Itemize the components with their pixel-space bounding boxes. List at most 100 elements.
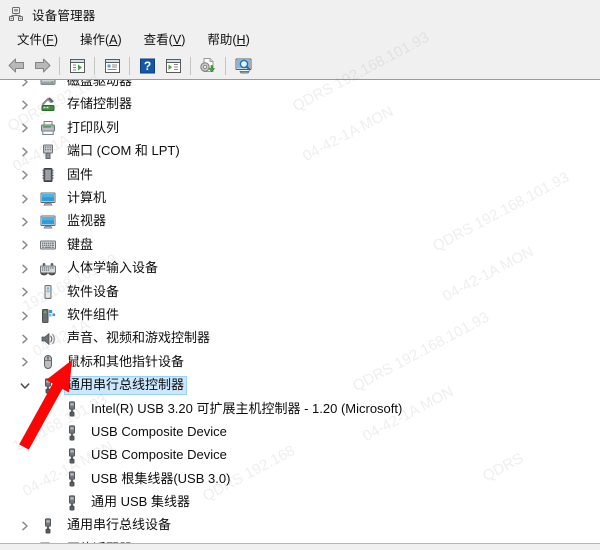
menu-action-text: 操作( [79, 32, 110, 47]
toolbar: ? [0, 52, 600, 79]
menu-bar: 文件(F) 操作(A) 查看(V) 帮助(H) [0, 28, 600, 52]
svg-text:?: ? [143, 59, 150, 73]
chevron-right-icon[interactable] [17, 94, 33, 117]
usb-icon [40, 518, 56, 534]
menu-file[interactable]: 文件(F) [6, 31, 69, 50]
forward-icon[interactable] [30, 54, 54, 77]
chevron-right-icon[interactable] [17, 327, 33, 350]
menu-view-text: 查看( [143, 32, 173, 47]
menu-help-tail: ) [245, 32, 250, 47]
chevron-right-icon[interactable] [17, 281, 33, 304]
tree-row[interactable]: 软件设备 [0, 281, 600, 304]
status-bar [0, 543, 600, 550]
disk-drive-icon [40, 80, 56, 90]
device-tree-pane[interactable]: 磁盘驱动器 存储控制器 打印队列 端口 (COM 和 LPT) 固件 计算机 监… [0, 79, 600, 543]
tree-row[interactable]: 鼠标和其他指针设备 [0, 351, 600, 374]
menu-action[interactable]: 操作(A) [69, 31, 133, 50]
tree-row[interactable]: 计算机 [0, 187, 600, 210]
usb-icon [64, 495, 80, 511]
separator-4 [190, 56, 191, 75]
tree-row[interactable]: 人体学输入设备 [0, 257, 600, 280]
tree-row-label: USB Composite Device [91, 447, 227, 463]
tree-row[interactable]: 键盘 [0, 234, 600, 257]
storage-controller-icon [40, 97, 56, 113]
monitor-icon [40, 214, 56, 230]
chevron-right-icon[interactable] [17, 187, 33, 210]
device-manager-icon [8, 6, 24, 22]
separator-5 [225, 56, 226, 75]
update-driver-icon[interactable] [161, 54, 185, 77]
device-tree: 磁盘驱动器 存储控制器 打印队列 端口 (COM 和 LPT) 固件 计算机 监… [0, 79, 600, 543]
tree-row-label: 通用串行总线设备 [67, 517, 172, 533]
chevron-right-icon[interactable] [17, 80, 33, 93]
chevron-right-icon[interactable] [17, 211, 33, 234]
tree-row-label: 声音、视频和游戏控制器 [67, 330, 211, 346]
tree-row[interactable]: Intel(R) USB 3.20 可扩展主机控制器 - 1.20 (Micro… [0, 397, 600, 420]
menu-action-tail: ) [117, 32, 122, 47]
chevron-right-icon[interactable] [17, 140, 33, 163]
tree-row-label: 固件 [67, 166, 94, 182]
tree-row-label: 端口 (COM 和 LPT) [67, 143, 180, 159]
menu-view[interactable]: 查看(V) [133, 31, 197, 50]
port-icon [40, 144, 56, 160]
chevron-right-icon[interactable] [17, 257, 33, 280]
help-icon[interactable]: ? [135, 54, 159, 77]
tree-row[interactable]: 磁盘驱动器 [0, 79, 600, 93]
tree-row-label: 软件设备 [67, 283, 120, 299]
chevron-right-icon[interactable] [17, 304, 33, 327]
computer-icon [40, 191, 56, 207]
tree-row[interactable]: USB 根集线器(USB 3.0) [0, 468, 600, 491]
keyboard-icon [40, 237, 56, 253]
tree-row-label: 磁盘驱动器 [67, 79, 133, 89]
separator-3 [129, 56, 130, 75]
tree-row-label: 软件组件 [67, 306, 120, 322]
chevron-down-icon[interactable] [17, 374, 33, 397]
usb-icon [64, 471, 80, 487]
software-component-icon [40, 308, 56, 324]
tree-row[interactable]: 端口 (COM 和 LPT) [0, 140, 600, 163]
tree-row-label: 鼠标和其他指针设备 [67, 353, 185, 369]
tree-row[interactable]: 通用串行总线控制器 [0, 374, 600, 397]
tree-row-label: 通用串行总线控制器 [64, 376, 188, 396]
usb-icon [64, 424, 80, 441]
show-hidden-devices-icon[interactable] [231, 54, 255, 77]
tree-row[interactable]: USB Composite Device [0, 421, 600, 444]
tree-row[interactable]: 通用串行总线设备 [0, 514, 600, 537]
tree-row[interactable]: 通用 USB 集线器 [0, 491, 600, 514]
show-hide-console-tree-icon[interactable] [65, 54, 89, 77]
hid-icon [40, 261, 56, 277]
usb-icon [40, 378, 56, 394]
menu-action-accel: A [109, 32, 118, 47]
back-icon[interactable] [4, 54, 28, 77]
tree-row-label: 通用 USB 集线器 [91, 494, 190, 510]
chevron-right-icon[interactable] [17, 164, 33, 187]
tree-row[interactable]: 存储控制器 [0, 93, 600, 116]
separator-2 [94, 56, 95, 75]
chevron-right-icon[interactable] [17, 351, 33, 374]
tree-row[interactable]: 固件 [0, 164, 600, 187]
usb-icon [64, 401, 80, 417]
tree-row[interactable]: USB Composite Device [0, 444, 600, 467]
firmware-icon [40, 167, 56, 183]
tree-row[interactable]: 软件组件 [0, 304, 600, 327]
menu-help[interactable]: 帮助(H) [196, 31, 260, 50]
scan-for-hardware-changes-icon[interactable] [196, 54, 220, 77]
menu-view-accel: V [172, 32, 182, 47]
menu-view-tail: ) [181, 32, 186, 47]
chevron-right-icon[interactable] [17, 117, 33, 140]
tree-row[interactable]: 监视器 [0, 210, 600, 233]
menu-file-tail: ) [53, 32, 58, 47]
tree-row[interactable]: 打印队列 [0, 117, 600, 140]
chevron-right-icon[interactable] [17, 234, 33, 257]
tree-row-label: 打印队列 [67, 119, 120, 135]
menu-help-accel: H [236, 32, 246, 47]
device-manager-window: 设备管理器 文件(F) 操作(A) 查看(V) 帮助(H) ? 磁盘驱动器 存储… [0, 0, 600, 550]
mouse-icon [40, 354, 56, 370]
chevron-right-icon[interactable] [17, 515, 33, 538]
tree-row-label: 计算机 [67, 190, 107, 206]
usb-icon [64, 448, 80, 464]
tree-row-label: 存储控制器 [67, 96, 133, 112]
printer-icon [40, 120, 56, 136]
tree-row[interactable]: 声音、视频和游戏控制器 [0, 327, 600, 350]
properties-icon[interactable] [100, 54, 124, 77]
